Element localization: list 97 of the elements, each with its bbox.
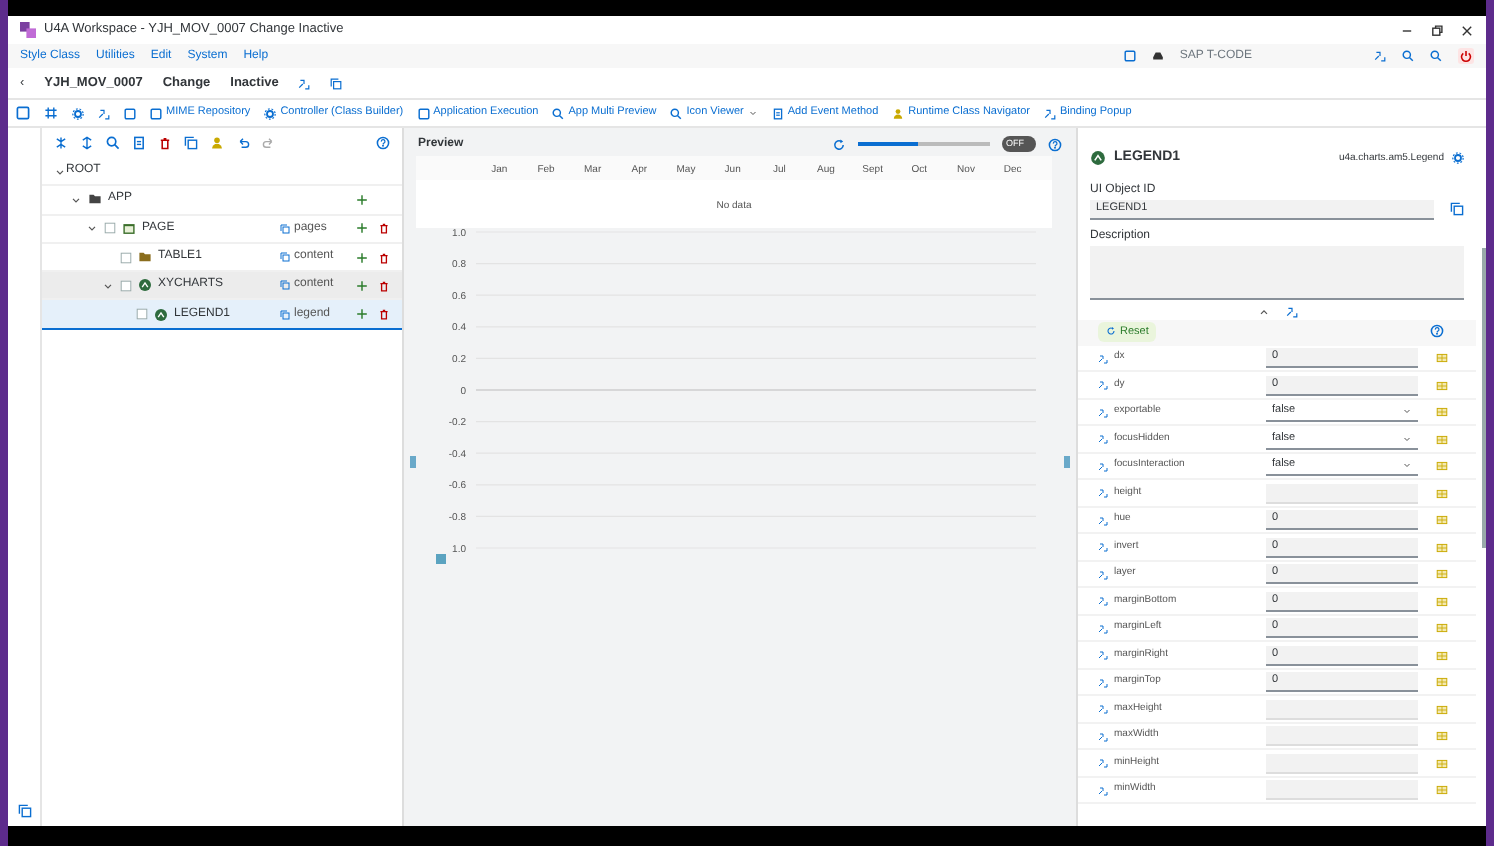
power-icon[interactable] bbox=[1458, 48, 1474, 64]
delete-icon[interactable] bbox=[378, 251, 390, 264]
resize-handle[interactable] bbox=[410, 456, 416, 468]
expand-icon[interactable] bbox=[80, 136, 94, 150]
caret-down-icon[interactable] bbox=[70, 193, 82, 206]
copy-icon[interactable] bbox=[184, 136, 198, 150]
app-logo-icon bbox=[20, 22, 36, 38]
aggregation-icon bbox=[280, 223, 290, 234]
button-icon bbox=[417, 107, 430, 119]
property-icon bbox=[1098, 461, 1108, 471]
delete-icon[interactable] bbox=[158, 136, 172, 150]
property-icon bbox=[1098, 407, 1108, 417]
description-field[interactable] bbox=[1090, 245, 1464, 299]
checkbox[interactable] bbox=[104, 222, 116, 235]
property-icon bbox=[1098, 731, 1108, 741]
caret-down-icon[interactable] bbox=[54, 165, 66, 178]
close-icon[interactable] bbox=[1460, 23, 1474, 37]
help-icon[interactable] bbox=[376, 136, 390, 150]
folder-icon bbox=[88, 192, 102, 207]
layout-icon[interactable] bbox=[17, 804, 31, 818]
add-icon[interactable] bbox=[356, 279, 368, 292]
add-icon[interactable] bbox=[356, 308, 368, 321]
caret-icon bbox=[1402, 433, 1412, 443]
input-field[interactable] bbox=[1266, 726, 1418, 746]
help-icon[interactable] bbox=[1430, 324, 1444, 339]
search-icon[interactable] bbox=[106, 136, 120, 150]
property-icon bbox=[1098, 380, 1108, 390]
property-icon bbox=[1098, 623, 1108, 633]
panel-icon[interactable] bbox=[16, 106, 30, 120]
input-field[interactable] bbox=[1266, 699, 1418, 719]
share-icon[interactable] bbox=[1374, 50, 1386, 62]
scrollbar[interactable] bbox=[1482, 248, 1486, 548]
reset-icon bbox=[1106, 326, 1116, 337]
caret-icon bbox=[1402, 406, 1412, 416]
property-icon bbox=[1098, 650, 1108, 660]
add-icon[interactable] bbox=[356, 222, 368, 235]
property-icon bbox=[1098, 434, 1108, 444]
input-field[interactable] bbox=[1266, 780, 1418, 800]
aggregation-icon bbox=[280, 280, 290, 291]
chart-icon bbox=[138, 278, 152, 293]
folder-icon bbox=[138, 250, 152, 265]
collapse-icon[interactable] bbox=[54, 136, 68, 150]
property-icon bbox=[1098, 542, 1108, 552]
checkbox[interactable] bbox=[136, 308, 148, 321]
button-icon bbox=[264, 107, 277, 119]
property-icon bbox=[1098, 758, 1108, 768]
legend-marker bbox=[436, 554, 446, 564]
copy-icon[interactable] bbox=[1450, 202, 1464, 216]
tray-icon[interactable] bbox=[1151, 50, 1164, 62]
resize-handle[interactable] bbox=[1064, 456, 1070, 468]
button-icon bbox=[150, 107, 162, 119]
checkbox[interactable] bbox=[120, 251, 132, 264]
screen-icon[interactable] bbox=[1123, 50, 1136, 62]
redo-icon[interactable] bbox=[262, 136, 276, 150]
search-icon[interactable] bbox=[1430, 50, 1442, 62]
caret-icon bbox=[1402, 460, 1412, 470]
button-icon bbox=[552, 107, 565, 119]
caret-down-icon[interactable] bbox=[86, 222, 98, 235]
chart-icon bbox=[1090, 150, 1106, 167]
property-icon bbox=[1098, 596, 1108, 606]
add-icon[interactable] bbox=[356, 193, 368, 206]
button-icon bbox=[771, 107, 784, 119]
page-icon bbox=[122, 221, 136, 236]
aggregation-icon bbox=[280, 309, 290, 320]
button-icon bbox=[892, 107, 905, 119]
caret-down-icon[interactable] bbox=[102, 279, 114, 292]
aggregation-icon bbox=[280, 252, 290, 263]
caret-up-icon[interactable] bbox=[1257, 305, 1269, 317]
help-icon[interactable] bbox=[1048, 137, 1062, 151]
restore-icon[interactable] bbox=[1430, 23, 1444, 37]
delete-icon[interactable] bbox=[378, 308, 390, 321]
input-field[interactable] bbox=[1266, 483, 1418, 503]
delete-icon[interactable] bbox=[378, 279, 390, 292]
property-icon bbox=[1098, 515, 1108, 525]
settings-icon[interactable] bbox=[72, 107, 84, 119]
grid-view-icon[interactable] bbox=[44, 106, 58, 120]
property-icon bbox=[1098, 677, 1108, 687]
zoom-icon[interactable] bbox=[1402, 50, 1414, 62]
caret-icon bbox=[747, 108, 758, 118]
checkbox[interactable] bbox=[120, 279, 132, 292]
add-icon[interactable] bbox=[356, 251, 368, 264]
button-icon bbox=[670, 107, 683, 119]
document-icon[interactable] bbox=[132, 136, 146, 150]
property-icon bbox=[1098, 488, 1108, 498]
link-icon[interactable] bbox=[298, 77, 311, 89]
property-icon bbox=[1098, 353, 1108, 363]
button-icon bbox=[1043, 107, 1056, 119]
property-icon bbox=[1098, 704, 1108, 714]
settings-icon[interactable] bbox=[1452, 152, 1464, 165]
copy-icon[interactable] bbox=[330, 77, 343, 89]
chart-icon bbox=[154, 307, 168, 322]
refresh-icon[interactable] bbox=[832, 137, 846, 151]
property-icon bbox=[1098, 785, 1108, 795]
input-field[interactable] bbox=[1266, 753, 1418, 773]
undo-icon[interactable] bbox=[236, 136, 250, 150]
delete-icon[interactable] bbox=[378, 222, 390, 235]
property-icon bbox=[1098, 569, 1108, 579]
